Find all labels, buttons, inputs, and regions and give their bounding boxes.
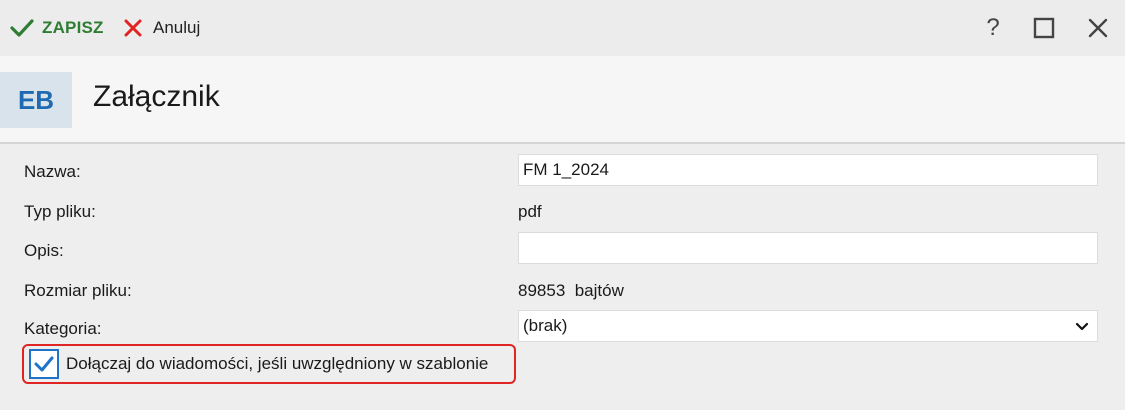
size-value: 89853 bajtów <box>518 281 624 300</box>
check-icon <box>34 356 54 372</box>
description-field[interactable] <box>518 232 1098 264</box>
square-icon <box>1033 17 1055 39</box>
save-button[interactable]: ZAPISZ <box>10 14 104 42</box>
attach-checkbox-label: Dołączaj do wiadomości, jeśli uwzględnio… <box>66 354 489 373</box>
attach-option: Dołączaj do wiadomości, jeśli uwzględnio… <box>22 344 516 384</box>
page-title: Załącznik <box>93 80 220 113</box>
cancel-label: Anuluj <box>153 18 201 37</box>
name-label: Nazwa: <box>24 162 81 181</box>
x-icon <box>124 19 142 37</box>
category-select[interactable]: (brak) <box>518 310 1098 342</box>
check-icon <box>10 19 34 37</box>
category-selected: (brak) <box>523 316 568 335</box>
save-label: ZAPISZ <box>42 18 104 37</box>
toolbar: ZAPISZ Anuluj ? <box>0 0 1125 56</box>
close-button[interactable] <box>1082 12 1114 44</box>
attach-checkbox[interactable] <box>29 349 59 379</box>
chevron-down-icon <box>1075 322 1089 331</box>
avatar: EB <box>0 72 72 128</box>
help-label: ? <box>986 14 1000 41</box>
name-field[interactable] <box>518 154 1098 186</box>
close-icon <box>1088 18 1108 38</box>
header: EB Załącznik <box>0 56 1125 144</box>
type-value: pdf <box>518 202 542 221</box>
description-label: Opis: <box>24 241 64 260</box>
type-label: Typ pliku: <box>24 202 96 221</box>
cancel-button[interactable]: Anuluj <box>123 14 200 42</box>
help-button[interactable]: ? <box>977 12 1009 44</box>
size-label: Rozmiar pliku: <box>24 281 132 300</box>
maximize-button[interactable] <box>1028 12 1060 44</box>
category-label: Kategoria: <box>24 319 102 338</box>
